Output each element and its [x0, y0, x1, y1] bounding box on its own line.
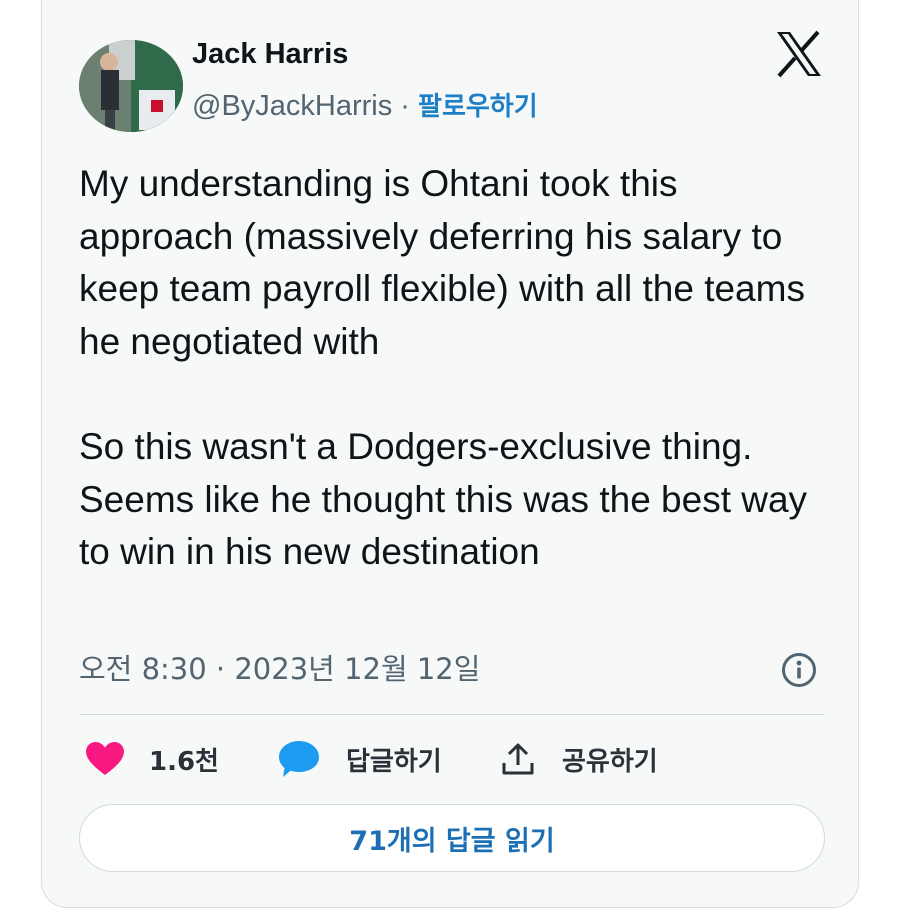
tweet-card: Jack Harris @ByJackHarris · 팔로우하기 My und… [41, 0, 859, 908]
divider [79, 714, 825, 715]
share-button[interactable]: 공유하기 [500, 736, 658, 782]
separator-dot: · [392, 90, 419, 122]
share-icon [502, 743, 534, 775]
author-name[interactable]: Jack Harris [192, 38, 348, 71]
tweet-paragraph: So this wasn't a Dodgers-exclusive thing… [79, 425, 808, 573]
tweet-timestamp[interactable]: 오전 8:30 · 2023년 12월 12일 [79, 646, 480, 688]
tweet-text: My understanding is Ohtani took this app… [79, 158, 839, 579]
share-label: 공유하기 [562, 746, 658, 777]
heart-icon [86, 742, 124, 775]
follow-button[interactable]: 팔로우하기 [418, 92, 538, 122]
author-handle-line: @ByJackHarris · 팔로우하기 [192, 86, 538, 123]
read-replies-label: 71개의 답글 읽기 [349, 825, 555, 857]
tweet-paragraph: My understanding is Ohtani took this app… [79, 163, 805, 362]
like-button[interactable]: 1.6천 [85, 736, 219, 782]
info-icon[interactable] [781, 652, 817, 688]
x-logo-icon[interactable] [775, 30, 823, 78]
reply-button[interactable]: 답글하기 [278, 736, 442, 782]
author-handle[interactable]: @ByJackHarris [192, 90, 392, 122]
read-replies-button[interactable]: 71개의 답글 읽기 [79, 804, 825, 872]
reply-label: 답글하기 [346, 746, 442, 777]
speech-bubble-icon [279, 741, 319, 777]
like-count: 1.6천 [149, 746, 219, 777]
avatar[interactable] [79, 40, 183, 132]
